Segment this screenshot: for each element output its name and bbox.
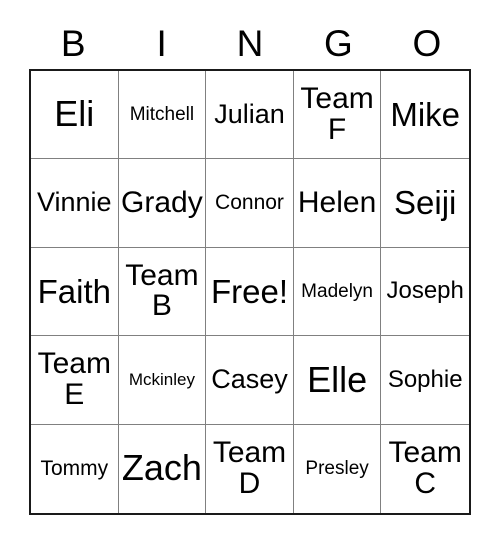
bingo-cell-label: Mckinley [128, 370, 195, 390]
bingo-cell[interactable]: Presley [293, 424, 382, 513]
bingo-cell[interactable]: Helen [293, 159, 382, 248]
bingo-cell-label: Mike [390, 95, 461, 133]
bingo-header: B I N G O [29, 18, 471, 68]
bingo-cell[interactable]: Eli [31, 71, 119, 160]
bingo-cell[interactable]: Mckinley [118, 336, 207, 425]
bingo-cell-label: Eli [54, 93, 95, 135]
bingo-cell-label: Presley [305, 458, 369, 480]
bingo-cell[interactable]: Tommy [31, 424, 119, 513]
bingo-cell-label: Vinnie [37, 187, 112, 218]
bingo-cell[interactable]: Team B [118, 247, 207, 337]
bingo-cell-label: Team B [125, 258, 199, 323]
bingo-cell-label: Team F [300, 82, 374, 146]
bingo-cell[interactable]: Zach [118, 424, 207, 513]
bingo-cell[interactable]: Joseph [381, 247, 469, 337]
bingo-cell[interactable]: Team D [206, 424, 294, 513]
bingo-card: B I N G O Eli Mitchell Julian Team F Mike Vin… [0, 0, 500, 544]
header-letter-i: I [156, 22, 167, 64]
bingo-cell-label: Faith [37, 272, 111, 310]
bingo-cell-label: Team C [388, 436, 462, 500]
bingo-cell[interactable]: Team F [293, 71, 382, 160]
bingo-cell-label: Zach [121, 447, 202, 489]
bingo-cell[interactable]: Seiji [381, 159, 469, 248]
bingo-cell[interactable]: Grady [118, 159, 207, 248]
bingo-cell[interactable]: Vinnie [31, 159, 119, 248]
bingo-cell[interactable]: Mitchell [118, 71, 207, 160]
bingo-cell-label: Seiji [394, 184, 457, 222]
bingo-cell-label: Grady [121, 185, 203, 219]
bingo-cell[interactable]: Mike [381, 71, 469, 160]
bingo-grid: Eli Mitchell Julian Team F Mike Vinnie Grady Co… [29, 69, 471, 515]
bingo-cell[interactable]: Team E [31, 336, 119, 425]
bingo-cell[interactable]: Elle [293, 336, 382, 425]
bingo-cell[interactable]: Sophie [381, 336, 469, 425]
bingo-cell[interactable]: Madelyn [293, 247, 382, 337]
bingo-cell[interactable]: Casey [206, 336, 294, 425]
bingo-cell-label: Julian [214, 98, 285, 129]
bingo-cell-label: Team E [37, 347, 111, 411]
bingo-cell[interactable]: Connor [206, 159, 294, 248]
bingo-cell[interactable]: Faith [31, 247, 119, 337]
bingo-cell-label: Mitchell [129, 104, 195, 125]
bingo-cell-label: Joseph [386, 277, 464, 305]
bingo-cell-label: Helen [297, 185, 377, 219]
bingo-cell-label: Tommy [40, 457, 109, 481]
bingo-cell-label: Team D [212, 436, 287, 500]
header-letter-b: B [60, 22, 86, 64]
bingo-cell-label: Connor [215, 191, 284, 215]
bingo-cell[interactable]: Team C [381, 424, 469, 513]
header-letter-n: N [236, 22, 264, 64]
free-space-label: Free! [210, 272, 288, 310]
bingo-free-space[interactable]: Free! [206, 247, 294, 337]
header-letter-o: O [412, 22, 442, 64]
bingo-cell-label: Elle [307, 358, 368, 400]
header-letter-g: G [324, 22, 353, 64]
bingo-cell-label: Madelyn [301, 280, 373, 302]
bingo-cell[interactable]: Julian [206, 71, 294, 160]
bingo-cell-label: Sophie [387, 365, 463, 393]
bingo-cell-label: Casey [211, 364, 288, 395]
